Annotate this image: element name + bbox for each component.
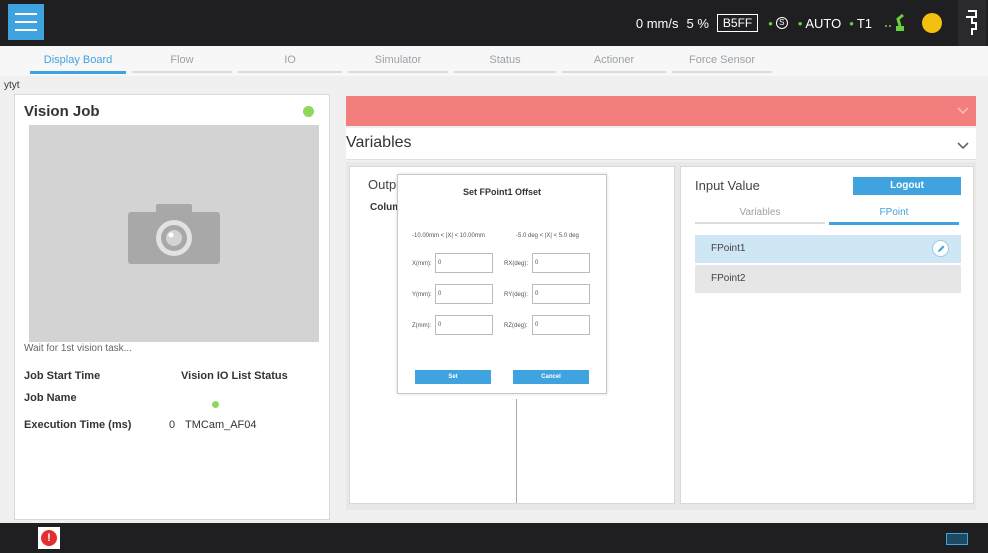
cancel-button[interactable]: Cancel xyxy=(513,370,589,384)
variables-header[interactable]: Variables xyxy=(346,128,976,160)
subtab-fpoint[interactable]: FPoint xyxy=(829,207,959,225)
rx-label: RX(deg): xyxy=(504,261,529,267)
column-divider xyxy=(516,399,517,503)
ry-label: RY(deg): xyxy=(504,292,528,298)
fpoint-label: FPoint1 xyxy=(711,243,746,254)
chevron-down-icon[interactable] xyxy=(956,138,970,152)
t1-label: T1 xyxy=(856,15,872,31)
end-effector-icon[interactable] xyxy=(958,0,986,46)
edit-pencil-icon[interactable] xyxy=(932,240,949,257)
tab-simulator[interactable]: Simulator xyxy=(348,54,448,73)
input-value-panel: Input Value Logout Variables FPoint FPoi… xyxy=(680,166,974,504)
fpoint-label: FPoint2 xyxy=(711,273,746,284)
ry-input[interactable]: 0 xyxy=(532,284,590,304)
tab-actioner[interactable]: Actioner xyxy=(562,54,666,73)
tab-label: Status xyxy=(489,54,521,66)
job-name-label: Job Name xyxy=(24,392,77,404)
menu-line xyxy=(15,13,37,15)
auto-dot: • xyxy=(797,15,803,31)
z-label: Z(mm): xyxy=(412,323,432,329)
vision-job-panel: Vision Job Wait for 1st vision task... J… xyxy=(14,94,330,520)
vision-io-status-label: Vision IO List Status xyxy=(181,370,288,382)
bottom-bar: ! xyxy=(0,523,988,553)
logout-button[interactable]: Logout xyxy=(853,177,961,195)
range-mm-label: -10.00mm < |X| < 10.00mm xyxy=(412,233,485,239)
alarm-bar[interactable] xyxy=(346,96,976,126)
y-label: Y(mm): xyxy=(412,292,432,298)
tab-flow[interactable]: Flow xyxy=(132,54,232,73)
vision-wait-text: Wait for 1st vision task... xyxy=(24,343,132,354)
error-log-button[interactable]: ! xyxy=(38,527,60,549)
project-code-badge[interactable]: B5FF xyxy=(716,14,759,32)
subtab-label: FPoint xyxy=(879,207,909,218)
top-bar: 0 mm/s 5 % B5FF • S • AUTO • T1 xyxy=(0,0,988,46)
t1-dot: • xyxy=(849,15,854,31)
tab-label: Simulator xyxy=(374,54,422,66)
mode-label: AUTO xyxy=(805,15,842,31)
speed-readout: 0 mm/s xyxy=(635,15,679,31)
dialog-title: Set FPoint1 Offset xyxy=(462,187,541,197)
camera-icon xyxy=(128,203,220,264)
rz-input[interactable]: 0 xyxy=(532,315,590,335)
keyboard-icon[interactable] xyxy=(946,533,968,545)
set-button[interactable]: Set xyxy=(415,370,491,384)
subtab-variables[interactable]: Variables xyxy=(695,207,825,224)
vision-status-dot xyxy=(303,106,314,117)
indicator-light-icon[interactable] xyxy=(922,13,942,33)
camera-preview[interactable] xyxy=(29,125,319,342)
input-value-title: Input Value xyxy=(695,178,760,193)
tab-force-sensor[interactable]: Force Sensor xyxy=(672,54,772,73)
chevron-down-icon[interactable] xyxy=(956,103,970,117)
execution-time-value: 0 xyxy=(169,419,176,431)
variables-title: Variables xyxy=(346,134,412,151)
set-offset-dialog: Set FPoint1 Offset -10.00mm < |X| < 10.0… xyxy=(397,174,607,394)
tab-label: IO xyxy=(284,54,296,66)
list-item-fpoint2[interactable]: FPoint2 xyxy=(695,265,961,293)
tab-io[interactable]: IO xyxy=(238,54,342,73)
y-input[interactable]: 0 xyxy=(435,284,493,304)
error-icon: ! xyxy=(41,530,57,546)
io-status-dot xyxy=(212,401,219,408)
tab-display-board[interactable]: Display Board xyxy=(30,54,126,74)
vision-job-title: Vision Job xyxy=(24,103,100,120)
safety-s-icon: S xyxy=(775,17,788,29)
tab-label: Display Board xyxy=(43,54,113,66)
subtab-label: Variables xyxy=(739,207,781,218)
camera-name: TMCam_AF04 xyxy=(185,419,257,431)
robot-arm-icon[interactable] xyxy=(884,12,910,35)
hamburger-menu-button[interactable] xyxy=(8,4,44,40)
x-label: X(mm): xyxy=(412,261,432,267)
tab-label: Flow xyxy=(170,54,194,66)
x-input[interactable]: 0 xyxy=(435,253,493,273)
execution-time-label: Execution Time (ms) xyxy=(24,419,132,431)
safety-dot: • xyxy=(768,15,773,31)
main-tabs: Display Board Flow IO Simulator Status A… xyxy=(0,46,988,76)
tab-label: Force Sensor xyxy=(688,54,756,66)
speed-percent[interactable]: 5 % xyxy=(687,16,709,31)
project-name: ytyt xyxy=(4,80,20,91)
tab-label: Actioner xyxy=(593,54,635,66)
z-input[interactable]: 0 xyxy=(435,315,493,335)
list-item-fpoint1[interactable]: FPoint1 xyxy=(695,235,961,263)
job-start-time-label: Job Start Time xyxy=(24,370,101,382)
rz-label: RZ(deg): xyxy=(504,323,528,329)
menu-line xyxy=(15,29,37,31)
status-area: 0 mm/s 5 % B5FF • S • AUTO • T1 xyxy=(636,0,988,46)
menu-line xyxy=(15,21,37,23)
rx-input[interactable]: 0 xyxy=(532,253,590,273)
tab-status[interactable]: Status xyxy=(454,54,556,73)
range-deg-label: -5.0 deg < |X| < 5.0 deg xyxy=(516,233,579,239)
